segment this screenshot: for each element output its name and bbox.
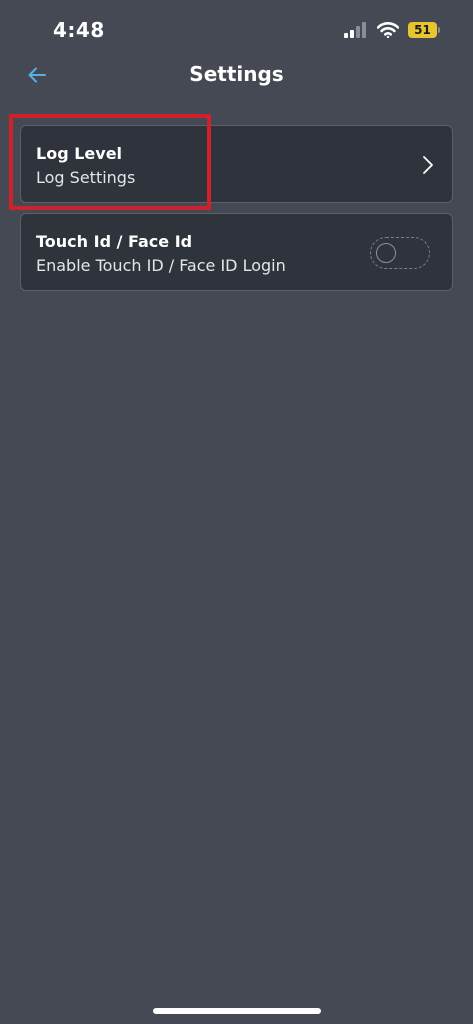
log-level-row[interactable]: Log Level Log Settings [20,125,453,203]
settings-screen: 4:48 51 Settings Log Level Log Settings [0,0,473,1024]
home-indicator[interactable] [153,1008,321,1014]
log-level-subtitle: Log Settings [36,168,136,187]
touch-id-title: Touch Id / Face Id [36,232,193,251]
battery-icon: 51 [408,22,440,38]
battery-tip [438,27,440,33]
status-icons: 51 [344,22,440,38]
touch-id-toggle[interactable] [370,237,430,269]
touch-id-row: Touch Id / Face Id Enable Touch ID / Fac… [20,213,453,291]
touch-id-subtitle: Enable Touch ID / Face ID Login [36,256,286,275]
wifi-icon [377,22,399,38]
chevron-right-icon [423,156,433,174]
signal-icon [344,22,366,38]
page-title: Settings [189,62,284,86]
toggle-knob [376,243,396,263]
battery-level: 51 [414,23,431,37]
log-level-title: Log Level [36,144,123,163]
battery-body: 51 [408,22,437,38]
status-time: 4:48 [53,18,105,42]
